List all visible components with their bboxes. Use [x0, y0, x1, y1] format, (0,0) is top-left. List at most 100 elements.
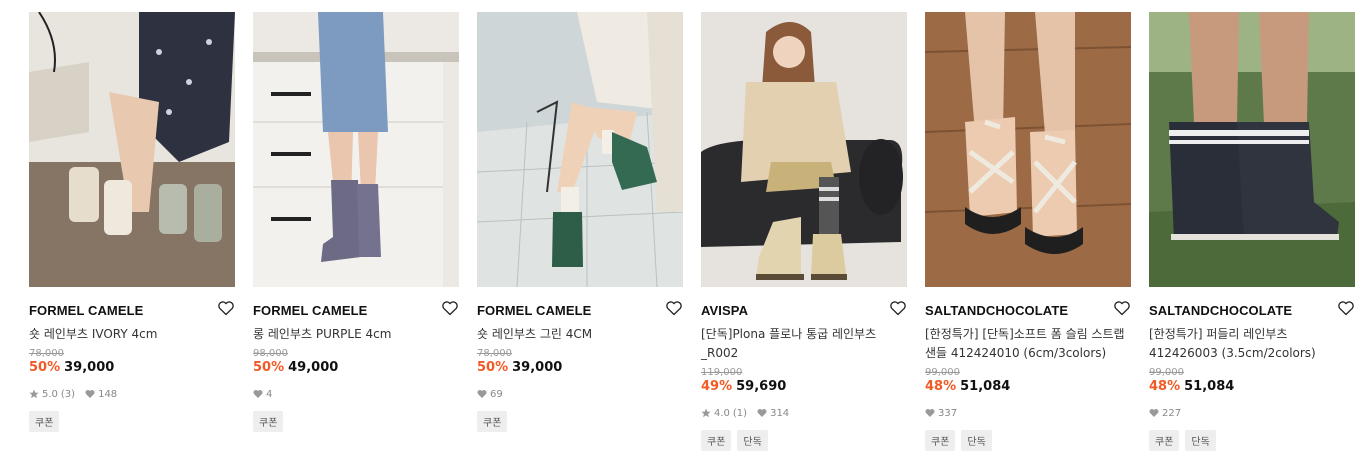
like-count: 227 — [1162, 407, 1182, 419]
brand-name[interactable]: SALTANDCHOCOLATE — [925, 303, 1068, 318]
brand-name[interactable]: AVISPA — [701, 303, 748, 318]
star-icon — [701, 408, 711, 418]
product-image[interactable] — [701, 12, 907, 287]
product-name-line: 412426003 (3.5cm/2colors) — [1149, 346, 1316, 360]
heart-filled-icon — [757, 409, 767, 417]
brand-name[interactable]: FORMEL CAMELE — [253, 303, 367, 318]
product-meta: 337 — [925, 406, 1131, 420]
discount-rate: 50% — [477, 360, 509, 375]
like-count: 148 — [98, 388, 118, 400]
original-price: 78,000 — [29, 348, 64, 359]
heart-filled-icon — [253, 390, 263, 398]
original-price: 119,000 — [701, 367, 743, 378]
like-count: 337 — [938, 407, 958, 419]
heart-outline-icon[interactable] — [889, 299, 907, 317]
tag-list: 쿠폰 단독 — [925, 430, 1131, 451]
heart-filled-icon — [925, 409, 935, 417]
likes: 227 — [1149, 408, 1181, 419]
likes: 69 — [477, 389, 503, 400]
original-price: 98,000 — [253, 348, 288, 359]
heart-outline-icon[interactable] — [665, 299, 683, 317]
exclusive-tag: 단독 — [1185, 430, 1216, 451]
rating: 4.0 (1) — [701, 408, 747, 419]
product-name-line: _R002 — [701, 346, 739, 360]
product-name[interactable]: 숏 레인부츠 그린 4CM — [477, 325, 683, 344]
product-name-line: [한정특가] 퍼들리 레인부츠 — [1149, 327, 1288, 341]
coupon-tag: 쿠폰 — [29, 411, 60, 432]
original-price: 78,000 — [477, 348, 512, 359]
product-card[interactable]: AVISPA [단독]Plona 플로나 통굽 레인부츠 _R002 119,0… — [701, 12, 907, 451]
likes: 4 — [253, 389, 272, 400]
sale-price: 49,000 — [288, 360, 339, 375]
like-count: 4 — [266, 388, 273, 400]
tag-list: 쿠폰 단독 — [1149, 430, 1355, 451]
original-price: 99,000 — [925, 367, 960, 378]
product-card[interactable]: SALTANDCHOCOLATE [한정특가] [단독]소프트 폼 슬림 스트랩… — [925, 12, 1131, 451]
sale-price: 51,084 — [960, 379, 1011, 394]
heart-filled-icon — [477, 390, 487, 398]
product-name[interactable]: [단독]Plona 플로나 통굽 레인부츠 _R002 — [701, 325, 907, 363]
exclusive-tag: 단독 — [961, 430, 992, 451]
product-meta: 4 — [253, 387, 459, 401]
product-meta: 227 — [1149, 406, 1355, 420]
brand-name[interactable]: SALTANDCHOCOLATE — [1149, 303, 1292, 318]
exclusive-tag: 단독 — [737, 430, 768, 451]
rating: 5.0 (3) — [29, 389, 75, 400]
brand-name[interactable]: FORMEL CAMELE — [477, 303, 591, 318]
tag-list: 쿠폰 단독 — [701, 430, 907, 451]
product-card[interactable]: FORMEL CAMELE 롱 레인부츠 PURPLE 4cm 98,000 5… — [253, 12, 459, 432]
discount-rate: 49% — [701, 379, 733, 394]
coupon-tag: 쿠폰 — [1149, 430, 1180, 451]
sale-price: 59,690 — [736, 379, 787, 394]
heart-outline-icon[interactable] — [1337, 299, 1355, 317]
product-card[interactable]: FORMEL CAMELE 숏 레인부츠 IVORY 4cm 78,000 50… — [29, 12, 235, 432]
discount-rate: 50% — [253, 360, 285, 375]
price-row: 50% 39,000 — [29, 360, 235, 375]
product-meta: 4.0 (1) 314 — [701, 406, 907, 420]
product-card[interactable]: SALTANDCHOCOLATE [한정특가] 퍼들리 레인부츠 4124260… — [1149, 12, 1355, 451]
product-meta: 5.0 (3) 148 — [29, 387, 235, 401]
rating-score: 4.0 — [714, 407, 730, 419]
price-row: 48% 51,084 — [1149, 379, 1355, 394]
product-name[interactable]: [한정특가] [단독]소프트 폼 슬림 스트랩 샌들 412424010 (6c… — [925, 325, 1131, 363]
rating-score: 5.0 — [42, 388, 58, 400]
heart-outline-icon[interactable] — [441, 299, 459, 317]
product-card[interactable]: FORMEL CAMELE 숏 레인부츠 그린 4CM 78,000 50% 39… — [477, 12, 683, 432]
discount-rate: 48% — [1149, 379, 1181, 394]
product-name[interactable]: 롱 레인부츠 PURPLE 4cm — [253, 325, 459, 344]
product-grid: FORMEL CAMELE 숏 레인부츠 IVORY 4cm 78,000 50… — [0, 0, 1366, 470]
product-image[interactable] — [1149, 12, 1355, 287]
sale-price: 39,000 — [64, 360, 115, 375]
like-count: 314 — [770, 407, 790, 419]
coupon-tag: 쿠폰 — [925, 430, 956, 451]
coupon-tag: 쿠폰 — [477, 411, 508, 432]
heart-outline-icon[interactable] — [1113, 299, 1131, 317]
heart-filled-icon — [85, 390, 95, 398]
likes: 337 — [925, 408, 957, 419]
discount-rate: 50% — [29, 360, 61, 375]
heart-outline-icon[interactable] — [217, 299, 235, 317]
likes: 148 — [85, 389, 117, 400]
likes: 314 — [757, 408, 789, 419]
review-count: (1) — [732, 407, 748, 419]
heart-filled-icon — [1149, 409, 1159, 417]
discount-rate: 48% — [925, 379, 957, 394]
review-count: (3) — [60, 388, 76, 400]
product-image[interactable] — [29, 12, 235, 287]
brand-name[interactable]: FORMEL CAMELE — [29, 303, 143, 318]
sale-price: 51,084 — [1184, 379, 1235, 394]
original-price: 99,000 — [1149, 367, 1184, 378]
sale-price: 39,000 — [512, 360, 563, 375]
product-image[interactable] — [925, 12, 1131, 287]
price-row: 50% 49,000 — [253, 360, 459, 375]
tag-list: 쿠폰 — [253, 411, 459, 432]
product-name-line: [단독]Plona 플로나 통굽 레인부츠 — [701, 327, 877, 341]
product-name[interactable]: 숏 레인부츠 IVORY 4cm — [29, 325, 235, 344]
tag-list: 쿠폰 — [29, 411, 235, 432]
product-image[interactable] — [253, 12, 459, 287]
product-image[interactable] — [477, 12, 683, 287]
product-name[interactable]: [한정특가] 퍼들리 레인부츠 412426003 (3.5cm/2colors… — [1149, 325, 1355, 363]
price-row: 48% 51,084 — [925, 379, 1131, 394]
price-row: 50% 39,000 — [477, 360, 683, 375]
price-row: 49% 59,690 — [701, 379, 907, 394]
